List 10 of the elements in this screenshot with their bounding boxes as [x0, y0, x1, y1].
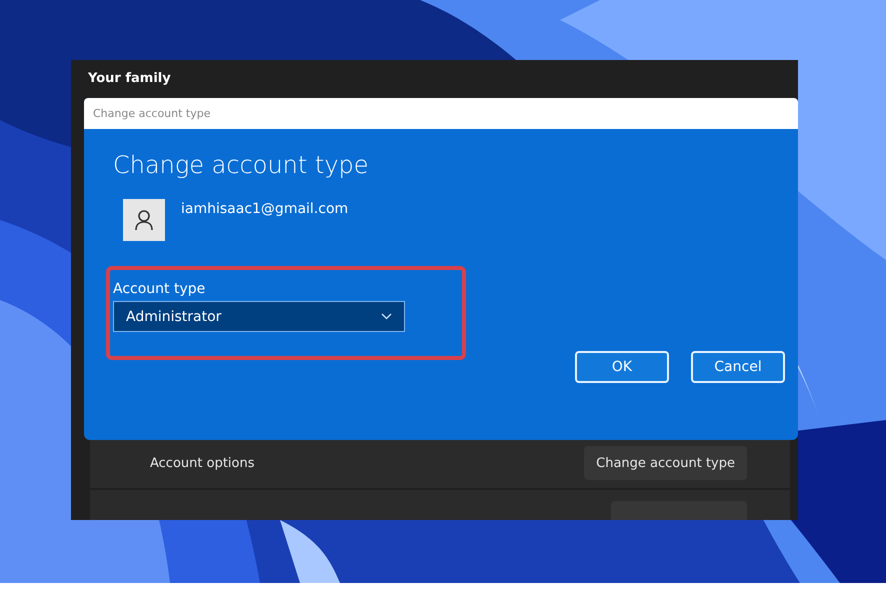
field-label: Account type [113, 281, 206, 297]
account-type-dropdown[interactable]: Administrator [113, 301, 405, 332]
change-account-type-button[interactable]: Change account type [584, 446, 747, 480]
option-label: Account options [150, 456, 255, 470]
window-title: Your family [87, 70, 172, 86]
dialog-title: Change account type [93, 107, 211, 120]
dialog-heading: Change account type [113, 151, 370, 181]
user-email: iamhisaac1@gmail.com [181, 201, 348, 217]
cancel-button[interactable]: Cancel [691, 351, 785, 383]
ok-button[interactable]: OK [575, 351, 669, 383]
